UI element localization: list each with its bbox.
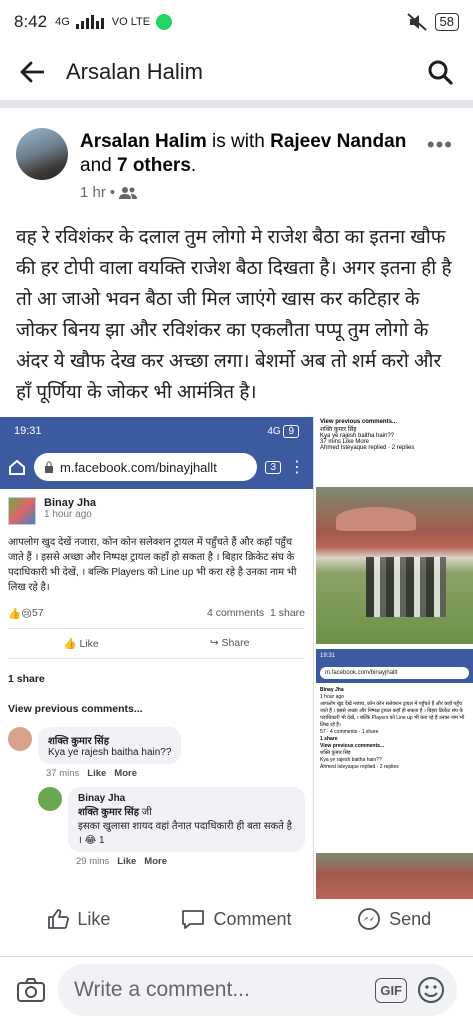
status-time: 8:42: [14, 12, 48, 31]
battery-indicator: 58: [434, 13, 459, 31]
people-shape: [366, 557, 446, 617]
shot-url-bar: m.facebook.com/binayjhallt: [34, 453, 258, 481]
whatsapp-icon: [156, 14, 173, 30]
home-icon: [9, 459, 25, 475]
post-media[interactable]: 19:31 4G 9 m.facebook.com/binayjhallt 3 …: [0, 417, 473, 899]
app-bar: Arsalan Halim: [0, 44, 473, 100]
post-actions: Like Comment Send: [0, 899, 473, 939]
cricket-ground-photo-2: [316, 853, 473, 899]
comment-placeholder: Write a comment...: [74, 978, 250, 1001]
and-text: and: [80, 155, 112, 176]
page-title: Arsalan Halim: [66, 59, 203, 84]
comment-input[interactable]: Write a comment... GIF: [58, 964, 457, 1016]
lock-icon: [45, 461, 53, 473]
like-button[interactable]: Like: [0, 908, 158, 930]
send-button[interactable]: Send: [315, 907, 473, 931]
screenshot-main: 19:31 4G 9 m.facebook.com/binayjhallt 3 …: [0, 417, 314, 899]
author-avatar[interactable]: [16, 128, 68, 180]
back-arrow-icon[interactable]: [20, 61, 44, 83]
emoji-icon[interactable]: [417, 976, 445, 1004]
screenshot-side-mini: 19:31 m.facebook.com/binayjhallt Binay J…: [316, 649, 473, 849]
screenshot-side-top: View previous comments... शक्ति कुमार सि…: [316, 417, 473, 484]
comment-icon: [182, 910, 205, 929]
gif-button[interactable]: GIF: [375, 977, 407, 1003]
status-bar: 8:42 4G VO LTE 58: [0, 0, 473, 44]
network-label: 4G: [55, 16, 70, 28]
reaction-icons: 👍😢: [8, 608, 33, 620]
post-text: वह रे रविशंकर के दलाल तुम लोगो मे राजेश …: [16, 227, 452, 403]
comment-button[interactable]: Comment: [158, 908, 316, 930]
search-icon[interactable]: [427, 59, 453, 85]
shot-avatar: [8, 497, 36, 525]
shot-time: 19:31: [14, 425, 42, 437]
camera-icon[interactable]: [16, 977, 46, 1003]
tagged-name[interactable]: Rajeev Nandan: [270, 131, 406, 152]
with-text: is with: [212, 131, 265, 152]
comment-composer: Write a comment... GIF: [0, 962, 473, 1018]
signal-icon: [75, 15, 104, 29]
post-meta: 1 hr •: [80, 184, 138, 201]
commenter-avatar: [8, 727, 32, 751]
composer-divider: [0, 956, 473, 957]
post-author-line: Arsalan Halim is with Rajeev Nandan and …: [80, 131, 407, 176]
author-name[interactable]: Arsalan Halim: [80, 131, 207, 152]
mute-icon: [406, 13, 427, 31]
messenger-icon: [358, 908, 381, 930]
more-options-icon[interactable]: •••: [427, 132, 453, 158]
post-header: Arsalan Halim is with Rajeev Nandan and …: [16, 124, 457, 204]
volte-label: VO LTE: [111, 16, 151, 28]
shot-post-text: आपलोग खुद देखें नजारा, कोन कोन सलेक्शन ट…: [8, 537, 297, 593]
replier-avatar: [38, 787, 62, 811]
friends-audience-icon: [119, 186, 138, 199]
post-time[interactable]: 1 hr: [80, 184, 106, 201]
thumbs-up-icon: [48, 909, 70, 929]
umbrella-shape: [336, 507, 416, 531]
cricket-ground-photo: [316, 487, 473, 644]
others-link[interactable]: 7 others: [117, 155, 191, 176]
menu-icon: ⋮: [289, 459, 305, 476]
section-divider: [0, 100, 473, 108]
